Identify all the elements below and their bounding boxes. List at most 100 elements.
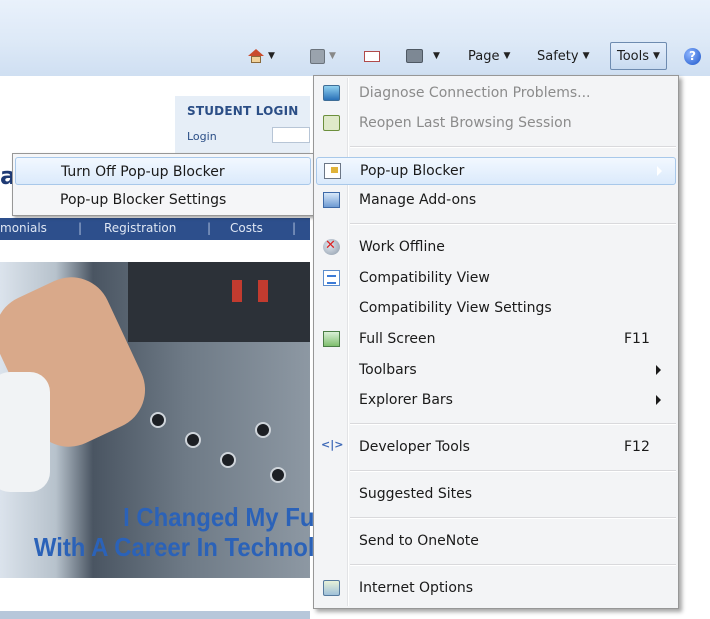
chevron-down-icon: ▼ bbox=[503, 51, 511, 61]
menu-item-send-to-onenote[interactable]: Send to OneNote bbox=[316, 528, 676, 556]
panel-knob bbox=[185, 432, 201, 448]
menu-item-label: Diagnose Connection Problems... bbox=[359, 85, 591, 101]
menu-item-label: Internet Options bbox=[359, 580, 474, 596]
full-screen-icon bbox=[323, 331, 340, 347]
print-icon bbox=[406, 49, 423, 63]
chevron-down-icon[interactable]: ▼ bbox=[268, 51, 275, 61]
menu-separator bbox=[350, 470, 676, 472]
nav-link-registration[interactable]: Registration bbox=[104, 221, 176, 235]
menu-item-full-screen[interactable]: Full Screen F11 bbox=[316, 326, 676, 354]
login-input[interactable] bbox=[272, 127, 310, 143]
popup-blocker-settings-item[interactable]: Pop-up Blocker Settings bbox=[15, 186, 311, 214]
read-mail-icon bbox=[364, 50, 380, 62]
submenu-arrow-icon bbox=[656, 395, 661, 405]
tools-menu-label: Tools bbox=[617, 48, 650, 64]
menu-item-label: Full Screen bbox=[359, 331, 436, 347]
chevron-down-icon: ▼ bbox=[582, 51, 590, 61]
help-button[interactable]: ? bbox=[684, 42, 701, 70]
menu-item-label: Pop-up Blocker Settings bbox=[60, 192, 227, 208]
menu-item-label: Work Offline bbox=[359, 239, 445, 255]
home-button[interactable]: ▼ bbox=[248, 42, 275, 70]
work-offline-icon bbox=[323, 238, 340, 255]
menu-separator bbox=[350, 423, 676, 425]
help-icon: ? bbox=[684, 47, 701, 65]
menu-item-developer-tools[interactable]: Developer Tools F12 bbox=[316, 434, 676, 462]
tools-menu: Diagnose Connection Problems... Reopen L… bbox=[313, 75, 679, 609]
menu-item-work-offline[interactable]: Work Offline bbox=[316, 234, 676, 262]
menu-item-label: Turn Off Pop-up Blocker bbox=[61, 164, 225, 180]
submenu-arrow-icon bbox=[657, 166, 662, 176]
popup-blocker-icon bbox=[324, 163, 341, 179]
popup-blocker-submenu: Turn Off Pop-up Blocker Pop-up Blocker S… bbox=[12, 153, 314, 216]
safety-menu-button[interactable]: Safety ▼ bbox=[537, 42, 590, 70]
home-icon bbox=[248, 49, 264, 63]
developer-tools-icon bbox=[321, 438, 343, 455]
panel-switch bbox=[258, 280, 268, 302]
menu-item-popup-blocker[interactable]: Pop-up Blocker bbox=[316, 157, 676, 185]
menu-item-explorer-bars[interactable]: Explorer Bars bbox=[316, 387, 676, 415]
menu-separator bbox=[350, 223, 676, 225]
panel-knob bbox=[150, 412, 166, 428]
shortcut-label: F11 bbox=[624, 331, 650, 347]
reopen-session-icon bbox=[323, 115, 340, 131]
feeds-button[interactable]: ▼ bbox=[310, 42, 336, 70]
menu-item-label: Pop-up Blocker bbox=[360, 163, 465, 179]
nav-link-testimonials[interactable]: monials bbox=[0, 221, 47, 235]
menu-item-label: Compatibility View Settings bbox=[359, 300, 552, 316]
student-login-box: STUDENT LOGIN Login bbox=[175, 96, 310, 156]
panel-switch bbox=[232, 280, 242, 302]
slogan-line-1: I Changed My Fu bbox=[123, 502, 315, 532]
site-nav-bar: monials | Registration | Costs | bbox=[0, 218, 310, 240]
menu-item-label: Suggested Sites bbox=[359, 486, 473, 502]
chevron-down-icon[interactable]: ▼ bbox=[433, 51, 440, 61]
menu-item-internet-options[interactable]: Internet Options bbox=[316, 575, 676, 603]
tools-menu-button[interactable]: Tools ▼ bbox=[610, 42, 667, 70]
hero-slogan: I Changed My Fu With A Career In Technol bbox=[26, 502, 320, 562]
internet-options-icon bbox=[323, 580, 340, 596]
menu-item-toolbars[interactable]: Toolbars bbox=[316, 357, 676, 385]
diagnose-connection-icon bbox=[323, 85, 340, 101]
manage-addons-icon bbox=[323, 192, 340, 208]
compatibility-view-icon bbox=[323, 270, 340, 286]
shortcut-label: F12 bbox=[624, 439, 650, 455]
panel-knob bbox=[270, 467, 286, 483]
menu-item-label: Compatibility View bbox=[359, 270, 490, 286]
technician-sleeve bbox=[0, 372, 50, 492]
chevron-down-icon[interactable]: ▼ bbox=[329, 51, 336, 61]
print-button[interactable]: ▼ bbox=[406, 42, 440, 70]
menu-item-label: Toolbars bbox=[359, 362, 417, 378]
menu-item-compatibility-view[interactable]: Compatibility View bbox=[316, 265, 676, 293]
panel-knob bbox=[255, 422, 271, 438]
menu-item-reopen-session[interactable]: Reopen Last Browsing Session bbox=[316, 110, 676, 138]
page-menu-label: Page bbox=[468, 48, 500, 64]
menu-item-label: Reopen Last Browsing Session bbox=[359, 115, 572, 131]
menu-item-label: Send to OneNote bbox=[359, 533, 479, 549]
login-label: Login bbox=[187, 130, 217, 143]
menu-separator bbox=[350, 564, 676, 566]
submenu-arrow-icon bbox=[656, 365, 661, 375]
slogan-line-2: With A Career In Technol bbox=[33, 532, 315, 562]
menu-item-diagnose-connection[interactable]: Diagnose Connection Problems... bbox=[316, 80, 676, 108]
feeds-icon bbox=[310, 48, 325, 64]
nav-divider: | bbox=[292, 221, 297, 235]
panel-knob bbox=[220, 452, 236, 468]
menu-item-label: Manage Add-ons bbox=[359, 192, 477, 208]
menu-item-compatibility-view-settings[interactable]: Compatibility View Settings bbox=[316, 295, 676, 323]
safety-menu-label: Safety bbox=[537, 48, 579, 64]
page-menu-button[interactable]: Page ▼ bbox=[468, 42, 510, 70]
menu-item-label: Developer Tools bbox=[359, 439, 470, 455]
menu-item-manage-addons[interactable]: Manage Add-ons bbox=[316, 187, 676, 215]
nav-link-costs[interactable]: Costs bbox=[230, 221, 263, 235]
nav-divider: | bbox=[78, 221, 83, 235]
turn-off-popup-blocker-item[interactable]: Turn Off Pop-up Blocker bbox=[15, 157, 311, 185]
nav-divider: | bbox=[207, 221, 212, 235]
menu-separator bbox=[350, 517, 676, 519]
command-bar: ▼ ▼ ▼ Page ▼ Safety ▼ Tools ▼ ? bbox=[0, 0, 710, 76]
read-mail-button[interactable] bbox=[364, 42, 380, 70]
menu-item-label: Explorer Bars bbox=[359, 392, 453, 408]
menu-separator bbox=[350, 146, 676, 148]
footer-strip bbox=[0, 611, 310, 619]
chevron-down-icon: ▼ bbox=[653, 51, 660, 61]
control-panel bbox=[128, 262, 310, 342]
menu-item-suggested-sites[interactable]: Suggested Sites bbox=[316, 481, 676, 509]
